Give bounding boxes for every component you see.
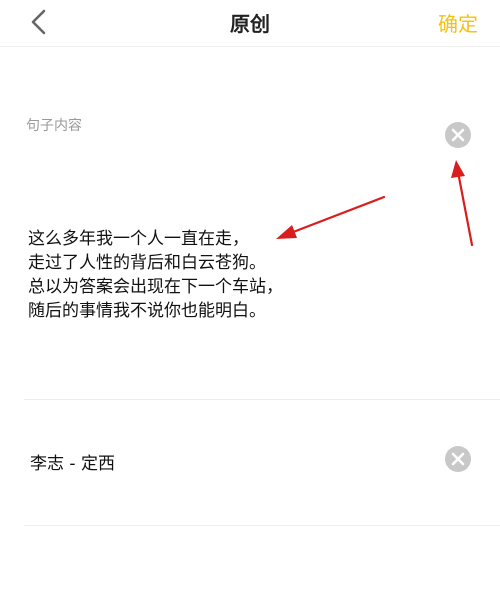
navigation-bar: 原创 确定 (0, 0, 500, 47)
clear-circle-icon (445, 122, 471, 148)
sentence-line: 走过了人性的背后和白云苍狗。 (28, 253, 266, 273)
clear-circle-icon (445, 446, 471, 472)
sentence-line: 这么多年我一个人一直在走， (28, 229, 249, 249)
divider (24, 399, 500, 400)
clear-author-button[interactable] (444, 445, 472, 473)
sentence-textarea[interactable]: 这么多年我一个人一直在走， 走过了人性的背后和白云苍狗。 总以为答案会出现在下一… (28, 227, 428, 323)
sentence-content-label: 句子内容 (26, 118, 82, 134)
sentence-line: 总以为答案会出现在下一个车站， (28, 277, 283, 297)
clear-sentence-button[interactable] (444, 121, 472, 149)
author-input[interactable]: 李志 - 定西 (30, 449, 115, 474)
sentence-line: 随后的事情我不说你也能明白。 (28, 301, 266, 321)
confirm-button[interactable]: 确定 (438, 8, 478, 37)
divider (24, 525, 500, 526)
page-title: 原创 (230, 12, 270, 36)
edit-form: 句子内容 这么多年我一个人一直在走， 走过了人性的背后和白云苍狗。 总以为答案会… (0, 47, 500, 600)
